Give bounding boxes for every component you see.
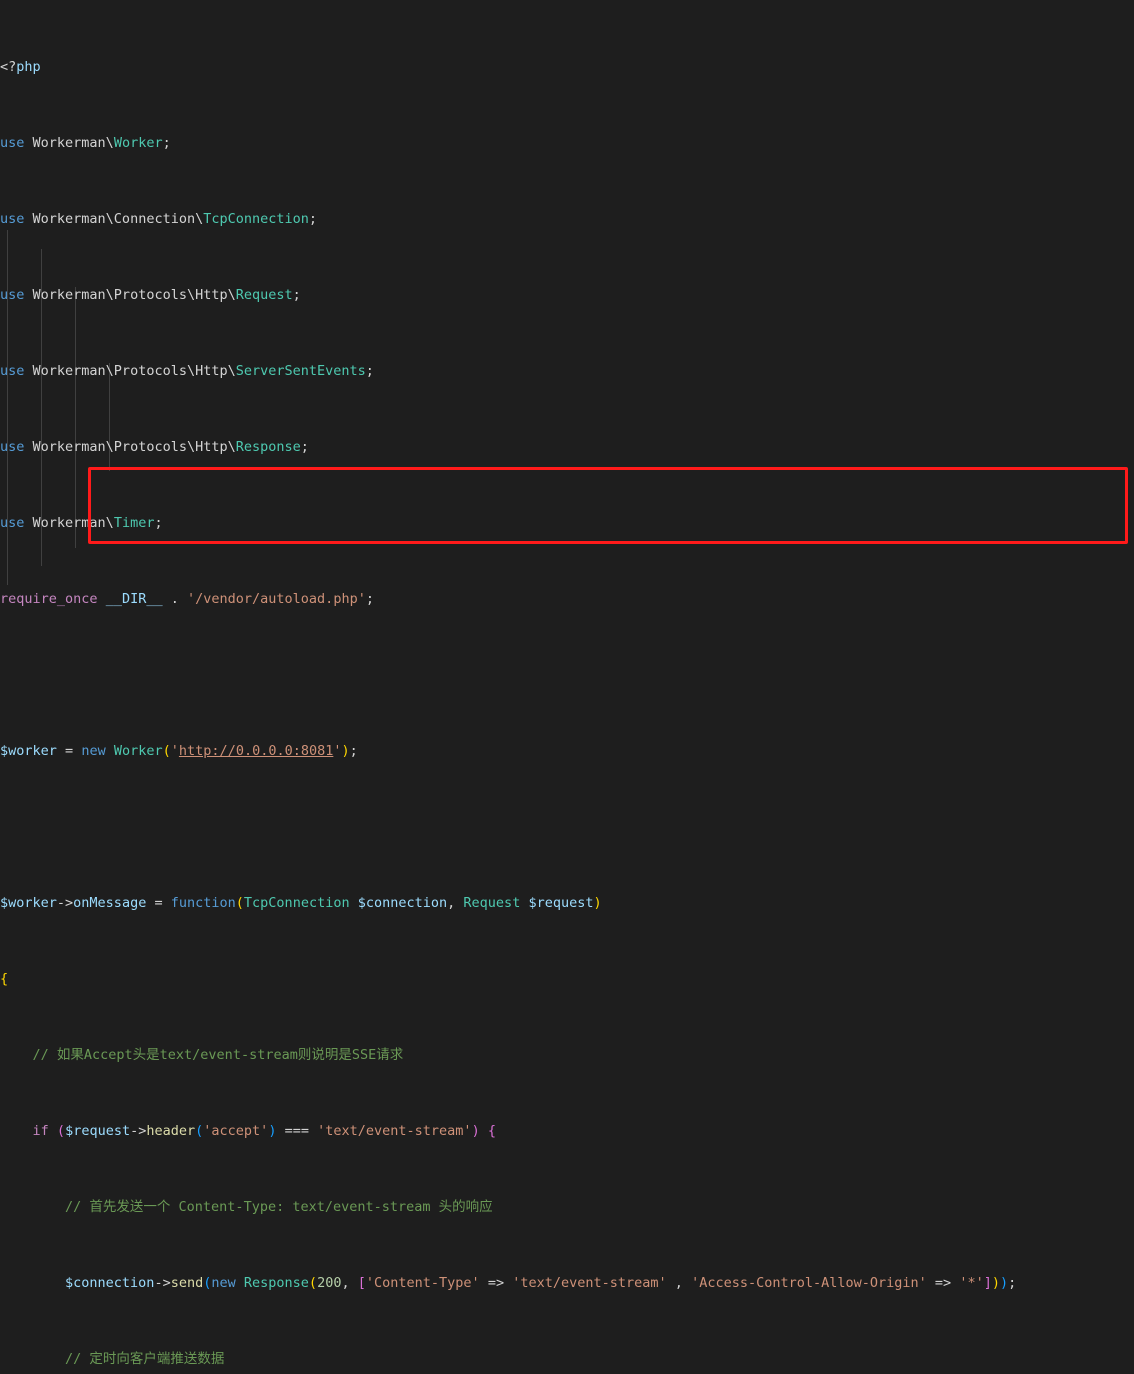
code-line: <?php bbox=[0, 59, 41, 75]
code-line: use Workerman\Protocols\Http\Request; bbox=[0, 287, 301, 303]
code-line: $worker->onMessage = function(TcpConnect… bbox=[0, 895, 602, 911]
code-line: // 首先发送一个 Content-Type: text/event-strea… bbox=[65, 1199, 493, 1215]
code-line: use Workerman\Timer; bbox=[0, 515, 163, 531]
code-line: use Workerman\Connection\TcpConnection; bbox=[0, 211, 318, 227]
code-line: use Workerman\Worker; bbox=[0, 135, 171, 151]
code-line: if ($request->header('accept') === 'text… bbox=[32, 1123, 496, 1139]
code-line: use Workerman\Protocols\Http\ServerSentE… bbox=[0, 363, 374, 379]
code-line: use Workerman\Protocols\Http\Response; bbox=[0, 439, 309, 455]
code-line: $worker = new Worker('http://0.0.0.0:808… bbox=[0, 743, 358, 759]
code-line: // 如果Accept头是text/event-stream则说明是SSE请求 bbox=[32, 1047, 404, 1063]
code-editor-viewport[interactable]: <?php use Workerman\Worker; use Workerma… bbox=[0, 0, 1134, 1367]
code-line: require_once __DIR__ . '/vendor/autoload… bbox=[0, 591, 374, 607]
code-line: // 定时向客户端推送数据 bbox=[65, 1351, 225, 1367]
code-line: $connection->send(new Response(200, ['Co… bbox=[65, 1275, 1017, 1291]
url-link[interactable]: http://0.0.0.0:8081 bbox=[179, 743, 333, 759]
code-content[interactable]: <?php use Workerman\Worker; use Workerma… bbox=[0, 1, 1134, 1374]
code-line: { bbox=[0, 971, 9, 987]
